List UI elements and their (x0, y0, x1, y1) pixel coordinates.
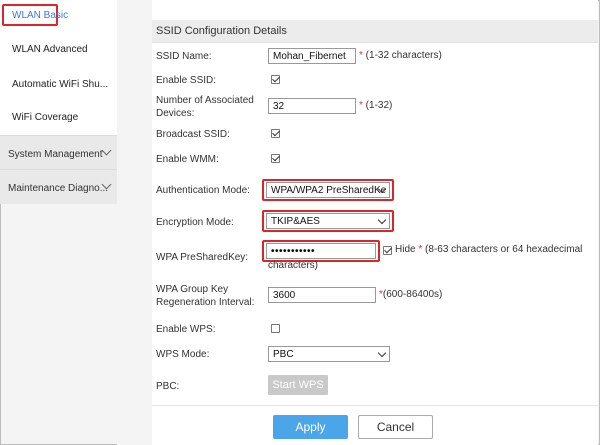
sidebar-item-wlan-advanced[interactable]: WLAN Advanced (12, 44, 88, 55)
pbc-label: PBC: (156, 381, 180, 392)
auth-mode-select[interactable]: WPA/WPA2 PreSharedKe (266, 182, 390, 198)
broadcast-ssid-label: Broadcast SSID: (156, 129, 230, 140)
apply-button[interactable]: Apply (273, 415, 348, 439)
enable-ssid-checkbox[interactable] (271, 75, 280, 84)
footer-divider (152, 405, 598, 406)
group-key-interval-hint: *(600-86400s) (379, 289, 443, 300)
sidebar-item-wifi-coverage[interactable]: WiFi Coverage (12, 112, 78, 123)
enable-wps-label: Enable WPS: (156, 324, 216, 335)
wps-mode-select[interactable]: PBC (268, 346, 390, 362)
associated-devices-input[interactable]: 32 (268, 98, 356, 114)
section-title: SSID Configuration Details (156, 25, 287, 37)
cancel-button[interactable]: Cancel (358, 415, 433, 439)
enable-wmm-label: Enable WMM: (156, 154, 219, 165)
wps-mode-label: WPS Mode: (156, 349, 210, 360)
encryption-mode-value: TKIP&AES (271, 216, 320, 227)
sidebar-group-label: System Management (8, 149, 103, 160)
start-wps-button[interactable]: Start WPS (268, 375, 328, 395)
associated-devices-hint: * (1-32) (359, 100, 393, 111)
sidebar-group-maintenance-diagnosis[interactable]: Maintenance Diagno... (0, 169, 117, 204)
encryption-mode-label: Encryption Mode: (156, 217, 234, 228)
main-panel: SSID Configuration Details SSID Name: Mo… (152, 0, 598, 445)
broadcast-ssid-checkbox[interactable] (271, 129, 280, 138)
group-key-interval-input[interactable]: 3600 (268, 287, 376, 303)
ssid-name-input[interactable]: Mohan_Fibernet (268, 48, 356, 64)
ssid-name-label: SSID Name: (156, 51, 212, 62)
auth-mode-value: WPA/WPA2 PreSharedKe (271, 185, 387, 196)
wpa-key-hint: Hide * (8-63 characters or 64 hexadecima… (395, 244, 583, 255)
sidebar-item-wlan-basic[interactable]: WLAN Basic (2, 4, 68, 26)
group-key-interval-label: WPA Group Key Regeneration Interval: (156, 284, 255, 308)
ssid-name-hint: * (1-32 characters) (359, 50, 442, 61)
sidebar-item-automatic-wifi-shutdown[interactable]: Automatic WiFi Shu... (12, 79, 108, 90)
content-gutter (117, 0, 152, 445)
hide-password-checkbox[interactable] (383, 246, 392, 255)
enable-wps-checkbox[interactable] (271, 324, 280, 333)
wps-mode-value: PBC (273, 349, 294, 360)
wpa-key-hint-continued: characters) (268, 260, 319, 271)
chevron-down-icon (377, 215, 387, 225)
encryption-mode-select[interactable]: TKIP&AES (266, 213, 390, 229)
associated-devices-label: Number of Associated Devices: (156, 95, 254, 119)
sidebar-group-system-management[interactable]: System Management (0, 135, 117, 170)
wpa-key-label: WPA PreSharedKey: (156, 252, 249, 263)
sidebar-group-label: Maintenance Diagno... (8, 183, 109, 194)
wpa-key-input[interactable]: ••••••••••• (266, 243, 376, 259)
sidebar-item-label: WLAN Basic (12, 10, 69, 21)
enable-ssid-label: Enable SSID: (156, 75, 217, 86)
section-header: SSID Configuration Details (152, 20, 598, 43)
auth-mode-label: Authentication Mode: (156, 185, 250, 196)
sidebar: WLAN Basic WLAN Advanced Automatic WiFi … (0, 0, 117, 445)
chevron-down-icon (101, 145, 112, 156)
enable-wmm-checkbox[interactable] (271, 154, 280, 163)
chevron-down-icon (377, 348, 387, 358)
